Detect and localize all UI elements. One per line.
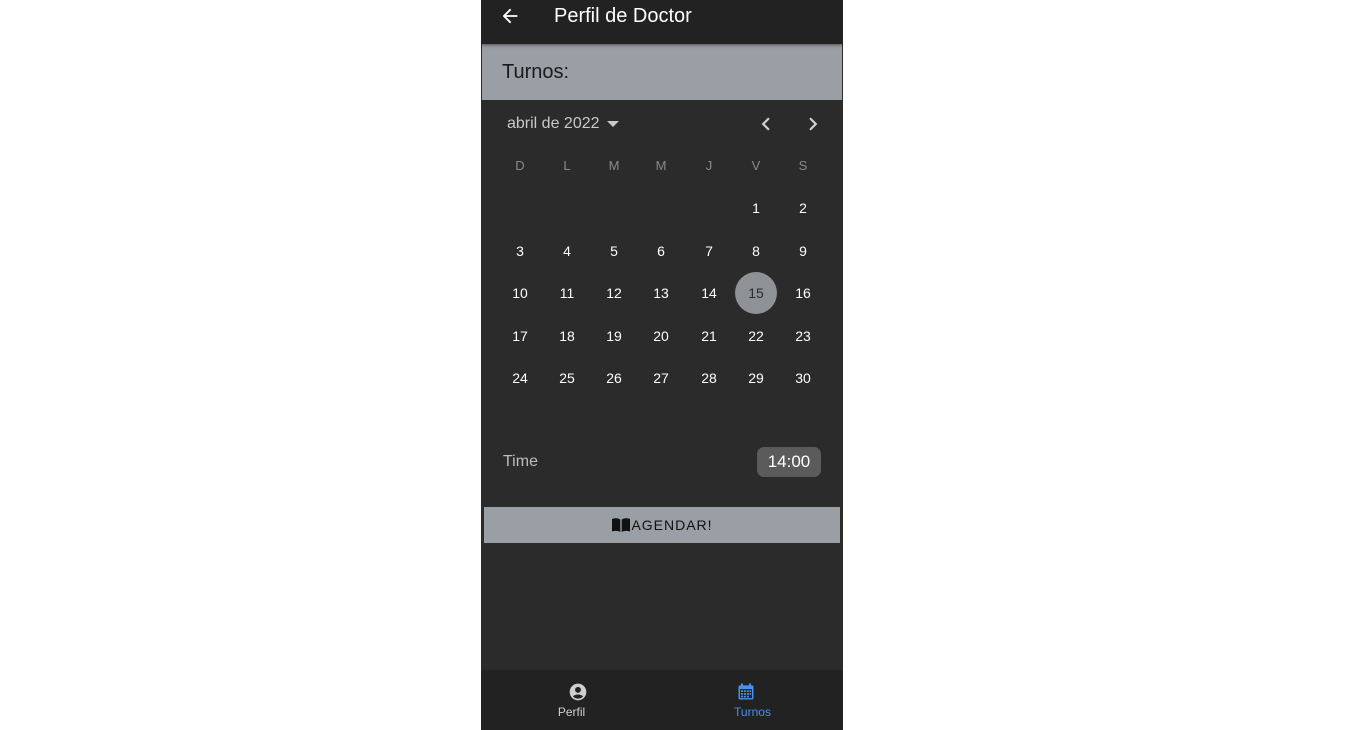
calendar-day[interactable]: 30	[782, 357, 824, 399]
weekday-label: M	[655, 158, 667, 173]
bottom-navigation: Perfil Turnos	[481, 670, 843, 730]
weekday-label: D	[515, 158, 525, 173]
turnos-header: Turnos:	[482, 44, 842, 100]
nav-item-perfil[interactable]: Perfil	[481, 670, 662, 730]
time-label: Time	[503, 453, 538, 470]
dropdown-caret-icon	[606, 121, 619, 127]
calendar-day[interactable]: 13	[640, 272, 682, 314]
calendar-day[interactable]: 14	[688, 272, 730, 314]
calendar-day[interactable]: 2	[782, 187, 824, 229]
agendar-button[interactable]: AGENDAR!	[484, 507, 840, 543]
calendar-day[interactable]: 4	[546, 230, 588, 272]
app-bar: Perfil de Doctor	[481, 0, 843, 44]
calendar-day[interactable]: 7	[688, 230, 730, 272]
calendar-day[interactable]: 9	[782, 230, 824, 272]
calendar-day[interactable]: 17	[499, 315, 541, 357]
month-year-selector[interactable]: abril de 2022	[507, 113, 619, 135]
month-label: abril de 2022	[507, 115, 600, 132]
calendar-day[interactable]: 8	[735, 230, 777, 272]
calendar-day[interactable]: 22	[735, 315, 777, 357]
agendar-label: AGENDAR!	[631, 517, 713, 533]
calendar-day[interactable]: 5	[593, 230, 635, 272]
weekday-label: S	[798, 158, 808, 173]
nav-label-perfil: Perfil	[557, 705, 586, 719]
calendar-day[interactable]: 24	[499, 357, 541, 399]
book-icon	[612, 518, 631, 532]
account-circle-icon	[569, 683, 587, 701]
calendar-day[interactable]: 1	[735, 187, 777, 229]
page-title: Perfil de Doctor	[554, 5, 692, 27]
calendar-day[interactable]: 11	[546, 272, 588, 314]
calendar-day[interactable]: 27	[640, 357, 682, 399]
previous-month-button[interactable]	[753, 111, 779, 137]
back-arrow-icon[interactable]	[499, 5, 521, 27]
phone-screen: Perfil de Doctor Turnos: abril de 2022 D…	[481, 0, 843, 730]
time-picker-chip[interactable]: 14:00	[757, 447, 821, 477]
calendar-day[interactable]: 12	[593, 272, 635, 314]
weekday-label: V	[751, 158, 761, 173]
nav-label-turnos: Turnos	[734, 705, 771, 719]
section-title: Turnos:	[502, 61, 570, 83]
nav-item-turnos[interactable]: Turnos	[662, 670, 843, 730]
calendar-day[interactable]: 28	[688, 357, 730, 399]
calendar-icon	[738, 683, 754, 700]
calendar-day[interactable]: 29	[735, 357, 777, 399]
calendar-day[interactable]: 16	[782, 272, 824, 314]
calendar-day[interactable]: 25	[546, 357, 588, 399]
calendar-day-selected[interactable]: 15	[735, 272, 777, 314]
calendar-day[interactable]: 19	[593, 315, 635, 357]
calendar-day[interactable]: 21	[688, 315, 730, 357]
calendar-day[interactable]: 18	[546, 315, 588, 357]
calendar-day[interactable]: 6	[640, 230, 682, 272]
calendar-day[interactable]: 20	[640, 315, 682, 357]
weekday-label: J	[705, 158, 713, 173]
calendar-day[interactable]: 23	[782, 315, 824, 357]
calendar-day[interactable]: 10	[499, 272, 541, 314]
calendar-day[interactable]: 26	[593, 357, 635, 399]
next-month-button[interactable]	[800, 111, 826, 137]
calendar-day[interactable]: 3	[499, 230, 541, 272]
weekday-label: L	[563, 158, 571, 173]
weekday-label: M	[608, 158, 620, 173]
